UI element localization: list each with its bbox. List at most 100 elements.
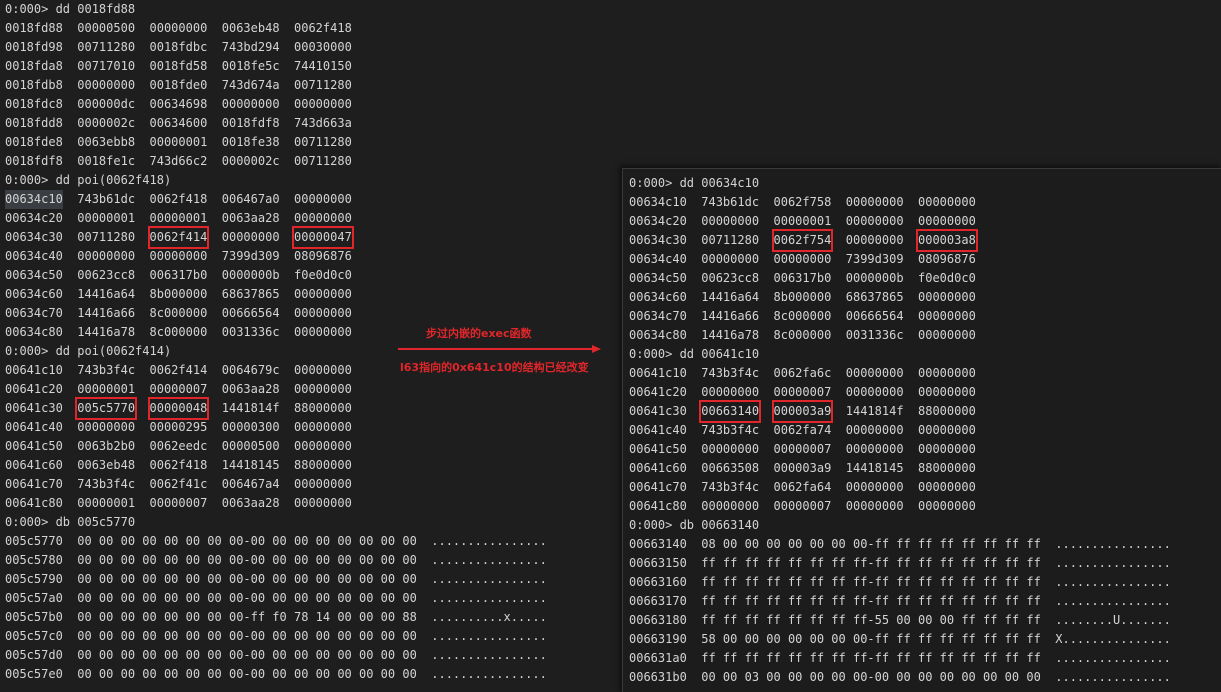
dword-value: 00000000	[918, 328, 976, 342]
memory-dword-row: 00634c40 00000000 00000000 7399d309 0809…	[629, 250, 1171, 269]
dword-value: 0000002c	[221, 154, 280, 168]
row-address: 00641c60	[5, 458, 63, 472]
dword-value: 00000001	[77, 382, 136, 396]
memory-dword-row: 0018fde8 0063ebb8 00000001 0018fe38 0071…	[5, 133, 547, 152]
dword-value: 0018fe5c	[221, 59, 280, 73]
command-line: 0:000> dd 0018fd88	[5, 2, 136, 16]
row-address: 00641c40	[5, 420, 63, 434]
dword-value: 00000500	[77, 21, 136, 35]
dword-value: 00000007	[773, 442, 832, 456]
dword-value: 00000000	[845, 195, 904, 209]
dword-value: 00000000	[701, 252, 760, 266]
dword-value: 00000001	[149, 211, 208, 225]
highlighted-dword: 005c5770	[75, 397, 138, 420]
command-line: 0:000> db 00663140	[629, 518, 760, 532]
row-address: 0018fd98	[5, 40, 63, 54]
dword-value: 8c000000	[149, 306, 208, 320]
dword-value: 0063eb48	[77, 458, 136, 472]
dword-value: 0062f41c	[149, 477, 208, 491]
dword-value: 00000000	[294, 382, 352, 396]
dword-value: 00711280	[294, 135, 352, 149]
row-address: 00634c30	[5, 230, 63, 244]
dword-value: 0031336c	[221, 325, 280, 339]
row-address: 00641c10	[5, 363, 63, 377]
memory-dword-row: 00641c80 00000001 00000007 0063aa28 0000…	[5, 494, 547, 513]
dword-value: 0018fe38	[221, 135, 280, 149]
dword-value: 0062fa6c	[773, 366, 832, 380]
memory-dword-row: 00634c60 14416a64 8b000000 68637865 0000…	[5, 285, 547, 304]
command-line: 0:000> dd poi(0062f418)	[5, 173, 172, 187]
dword-value: 00000000	[773, 252, 832, 266]
dword-value: 0018fdf8	[221, 116, 280, 130]
dword-value: 00717010	[77, 59, 136, 73]
row-address: 00641c80	[5, 496, 63, 510]
row-address: 0018fdf8	[5, 154, 63, 168]
row-address: 00641c20	[5, 382, 63, 396]
highlighted-dword: 00000047	[292, 226, 354, 249]
memory-dword-row: 00634c10 743b61dc 0062f418 006467a0 0000…	[5, 190, 547, 209]
dword-value: 743b3f4c	[701, 423, 760, 437]
row-address: 00634c80	[629, 328, 687, 342]
dword-value: 00000300	[221, 420, 280, 434]
dword-value: 00000500	[221, 439, 280, 453]
memory-dword-row: 00641c80 00000000 00000007 00000000 0000…	[629, 497, 1171, 516]
dword-value: 00000000	[221, 97, 280, 111]
dword-value: 00030000	[294, 40, 352, 54]
dword-value: 00711280	[77, 230, 136, 244]
dword-value: 00000000	[845, 385, 904, 399]
dword-value: 00623cc8	[77, 268, 136, 282]
dword-value: 7399d309	[845, 252, 904, 266]
dword-value: 00000000	[294, 420, 352, 434]
memory-dword-row: 0018fd98 00711280 0018fdbc 743bd294 0003…	[5, 38, 547, 57]
dword-value: 00000000	[294, 363, 352, 377]
dword-value: 00000000	[294, 439, 352, 453]
dword-value: 0063aa28	[221, 382, 280, 396]
dword-value: 00000000	[77, 249, 136, 263]
row-address: 00634c40	[5, 249, 63, 263]
highlighted-dword: 0062f754	[771, 229, 834, 252]
memory-dword-row: 00634c30 00711280 0062f414 00000000 0000…	[5, 226, 547, 249]
annotation: 步过内嵌的exec函数 l63指向的0x641c10的结构已经改变	[396, 320, 606, 380]
dword-value: 00711280	[294, 78, 352, 92]
dword-value: 00000007	[149, 496, 208, 510]
dword-value: 68637865	[845, 290, 904, 304]
dword-value: 743b3f4c	[77, 477, 136, 491]
dword-value: 743b3f4c	[701, 366, 760, 380]
row-address: 00634c60	[5, 287, 63, 301]
dword-value: 0062fa64	[773, 480, 832, 494]
dword-value: 743b61dc	[701, 195, 760, 209]
dword-value: 00666564	[221, 306, 280, 320]
dword-value: 14416a78	[77, 325, 136, 339]
memory-dword-row: 0018fda8 00717010 0018fd58 0018fe5c 7441…	[5, 57, 547, 76]
dword-value: 00000000	[77, 78, 136, 92]
dword-value: 000000dc	[77, 97, 136, 111]
dword-value: 743b3f4c	[77, 363, 136, 377]
dword-value: f0e0d0c0	[294, 268, 352, 282]
dword-value: 00000000	[77, 420, 136, 434]
dword-value: 0064679c	[221, 363, 280, 377]
command-line: 0:000> dd 00641c10	[629, 347, 760, 361]
dword-value: 14418145	[845, 461, 904, 475]
row-address: 0018fd88	[5, 21, 63, 35]
memory-dword-row: 0018fdf8 0018fe1c 743d66c2 0000002c 0071…	[5, 152, 547, 171]
dword-value: 00000000	[845, 442, 904, 456]
memory-dword-row: 00641c70 743b3f4c 0062f41c 006467a4 0000…	[5, 475, 547, 494]
memory-dword-row: 00641c10 743b3f4c 0062fa6c 00000000 0000…	[629, 364, 1171, 383]
dword-value: 68637865	[221, 287, 280, 301]
dword-value: 00000000	[294, 306, 352, 320]
dword-value: 00000000	[845, 423, 904, 437]
memory-dword-row: 00634c80 14416a78 8c000000 0031336c 0000…	[629, 326, 1171, 345]
dword-value: 00634600	[149, 116, 208, 130]
dword-value: 00663508	[701, 461, 760, 475]
row-address: 00634c40	[629, 252, 687, 266]
dword-value: 0062f418	[149, 458, 208, 472]
dword-value: 00000001	[773, 214, 832, 228]
dword-value: 00000000	[918, 480, 976, 494]
dword-value: 00000007	[773, 499, 832, 513]
dword-value: 006317b0	[773, 271, 832, 285]
dword-value: 00000000	[918, 385, 976, 399]
row-address: 00641c30	[629, 404, 687, 418]
dword-value: 00000001	[77, 496, 136, 510]
dword-value: 14416a78	[701, 328, 760, 342]
row-address: 00634c70	[629, 309, 687, 323]
